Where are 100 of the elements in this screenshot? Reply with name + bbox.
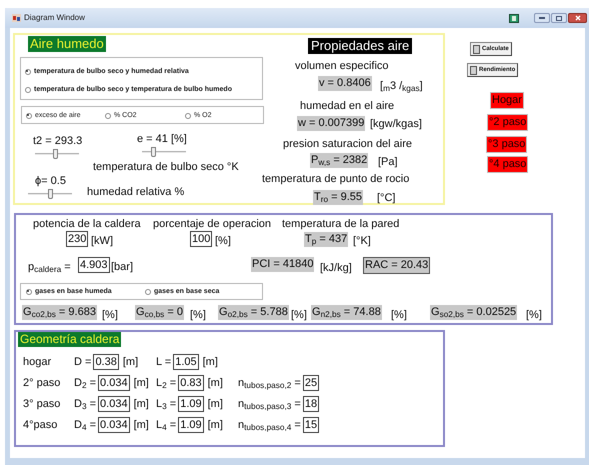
slider[interactable]	[28, 189, 72, 199]
section-heading: Geometría caldera	[18, 332, 122, 347]
unit-label: [kW]	[91, 234, 113, 249]
section-tag: °3 paso	[486, 136, 528, 153]
unit-label: [m]	[208, 376, 223, 391]
unit-label: [m]	[122, 355, 138, 370]
slider[interactable]	[142, 147, 186, 157]
diameter-label: D$_{2}$ =	[74, 376, 96, 392]
slider-value: ϕ= 0.5	[35, 174, 66, 189]
slider[interactable]	[35, 149, 79, 159]
unit-label: [m]	[134, 376, 149, 391]
input-field[interactable]: 18	[302, 396, 320, 412]
minimize-button[interactable]	[534, 13, 550, 23]
radio-button[interactable]	[105, 113, 111, 120]
output-value: P$_{w,s}$ = 2382	[310, 153, 368, 168]
unit-label: [°C]	[377, 191, 396, 206]
unit-label: [m]	[208, 418, 223, 433]
output-value: w = 0.007399	[297, 116, 366, 131]
unit-label: [%]	[215, 234, 231, 249]
tube-count-label: n$_{tubos,paso,2}$ =	[238, 376, 301, 392]
unit-label: [kgw/kgas]	[370, 117, 422, 132]
input-field[interactable]: 1.09	[178, 396, 204, 412]
unit-label: [kJ/kg]	[320, 261, 352, 276]
length-label: L$_{2}$ =	[156, 376, 176, 392]
output-value: v = 0.8406	[318, 76, 372, 91]
unit-label: [%]	[102, 308, 118, 323]
output-value: G$_{co,bs}$ = 0	[135, 305, 184, 320]
radio-button[interactable]	[25, 87, 31, 94]
unit-label: [°K]	[353, 234, 371, 249]
section-heading: Aire humedo	[28, 36, 106, 52]
radio-button[interactable]	[25, 69, 31, 76]
radio-button[interactable]	[145, 289, 151, 296]
slider-thumb[interactable]	[53, 149, 58, 159]
unit-label: [m]	[134, 397, 149, 412]
app-icon	[12, 14, 21, 22]
slider-thumb[interactable]	[48, 189, 54, 199]
row-label: 4°paso	[23, 418, 58, 433]
diameter-label: D$_{4}$ =	[74, 418, 96, 434]
row-label: 2° paso	[23, 376, 60, 391]
window-icon[interactable]	[509, 14, 519, 22]
close-button[interactable]	[568, 13, 587, 23]
unit-label: [Pa]	[378, 155, 398, 170]
output-value: T$_{ro}$ = 9.55	[313, 190, 364, 205]
radio-button[interactable]	[185, 113, 191, 120]
input-field[interactable]: 0.38	[93, 354, 119, 370]
tube-count-label: n$_{tubos,paso,3}$ =	[238, 397, 301, 412]
input-field[interactable]: 4.903	[78, 257, 110, 273]
tube-count-label: n$_{tubos,paso,4}$ =	[238, 418, 301, 434]
quantity-label: humedad en el aire	[300, 99, 394, 114]
quantity-label: presion saturacion del aire	[283, 137, 412, 152]
unit-label: [%]	[526, 308, 542, 323]
unit-label: [$_{m}$3 /$_{kgas}$]	[380, 79, 423, 94]
slider-value: t2 = 293.3	[33, 134, 82, 149]
row-label: hogar	[23, 355, 52, 370]
unit-label: [%]	[190, 308, 206, 323]
field-label: temperatura de la pared	[282, 217, 400, 232]
input-field[interactable]: 15	[302, 417, 320, 434]
input-field[interactable]: 1.09	[178, 417, 204, 434]
caption-text: temperatura de bulbo seco °K	[93, 160, 239, 175]
section-tag: °4 paso	[487, 156, 528, 173]
input-field[interactable]: 0.034	[98, 375, 130, 392]
input-field[interactable]: 0.83	[178, 375, 204, 392]
output-value: G$_{n2,bs}$ = 74.88	[311, 305, 382, 320]
slider-thumb[interactable]	[150, 147, 156, 157]
section-tag: °2 paso	[487, 114, 528, 131]
field-label: p$_{caldera}$ =	[28, 260, 71, 276]
section-heading: Propiedades aire	[308, 38, 412, 54]
window-title: Diagram Window	[24, 12, 85, 24]
field-label: porcentaje de operacion	[153, 217, 272, 232]
input-field[interactable]: 25	[302, 375, 320, 392]
field-label: potencia de la caldera	[33, 217, 141, 232]
caption-text: humedad relativa %	[87, 185, 184, 200]
unit-label: [%]	[291, 308, 307, 323]
length-label: L$_{3}$ =	[156, 397, 176, 412]
radio-button[interactable]	[26, 113, 32, 120]
maximize-button[interactable]	[551, 13, 567, 23]
row-label: 3° paso	[23, 397, 60, 412]
quantity-label: temperatura de punto de rocio	[262, 172, 410, 187]
output-value: PCI = 41840	[251, 257, 314, 272]
output-value: G$_{so2,bs}$ = 0.02525	[430, 305, 518, 320]
slider-value: e = 41 [%]	[137, 132, 187, 147]
input-field[interactable]: 1.05	[173, 354, 199, 370]
input-field[interactable]: 230	[66, 231, 88, 247]
input-field[interactable]: 100	[190, 231, 212, 247]
length-label: L =	[156, 355, 172, 370]
input-field[interactable]: 0.034	[98, 396, 130, 412]
quantity-label: volumen especifico	[295, 59, 389, 74]
output-value: G$_{o2,bs}$ = 5.788	[218, 305, 289, 320]
output-value: RAC = 20.43	[363, 257, 430, 274]
diameter-label: D$_{3}$ =	[74, 397, 96, 412]
close-icon	[574, 15, 580, 21]
unit-label: [m]	[134, 418, 149, 433]
input-field[interactable]: 0.034	[98, 417, 130, 434]
length-label: L$_{4}$ =	[156, 418, 176, 434]
unit-label: [m]	[208, 397, 223, 412]
unit-label: [%]	[391, 308, 407, 323]
output-value: T$_{p}$ = 437	[304, 232, 348, 247]
unit-label: [bar]	[111, 260, 134, 275]
radio-button[interactable]	[26, 289, 32, 296]
unit-label: [m]	[202, 355, 218, 370]
